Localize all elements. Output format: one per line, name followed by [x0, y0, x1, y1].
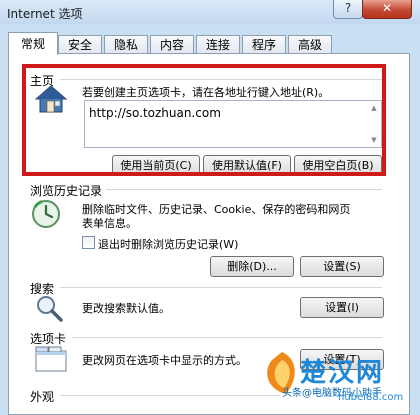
search-icon — [34, 293, 64, 323]
search-description: 更改搜索默认值。 — [82, 302, 170, 315]
tab-security[interactable]: 安全 — [58, 35, 102, 54]
highlight-box — [22, 64, 386, 176]
tab-connections[interactable]: 连接 — [196, 35, 240, 54]
history-description-2: 表单信息。 — [82, 217, 137, 230]
history-group-label: 浏览历史记录 — [30, 184, 103, 198]
history-icon — [30, 198, 62, 230]
history-settings-button[interactable]: 设置(S) — [300, 256, 384, 277]
help-button[interactable]: ? — [333, 0, 363, 19]
delete-history-button[interactable]: 删除(D)... — [210, 256, 294, 277]
delete-on-exit-checkbox[interactable] — [82, 236, 95, 249]
search-settings-button[interactable]: 设置(I) — [300, 297, 384, 318]
tabs-divider — [72, 337, 382, 338]
title-bar: Internet 选项 ? ✕ — [0, 0, 420, 24]
tab-general[interactable]: 常规 — [8, 32, 58, 55]
appearance-divider — [60, 395, 280, 396]
tab-content[interactable]: 内容 — [150, 35, 194, 54]
tabs-description: 更改网页在选项卡中显示的方式。 — [82, 354, 247, 367]
window-title: Internet 选项 — [7, 7, 83, 21]
appearance-group-label: 外观 — [30, 390, 55, 404]
tabs-icon — [34, 345, 68, 373]
history-divider — [106, 189, 382, 190]
tab-advanced[interactable]: 高级 — [288, 35, 332, 54]
close-button[interactable]: ✕ — [362, 0, 412, 19]
tab-privacy[interactable]: 隐私 — [104, 35, 148, 54]
search-divider — [60, 287, 382, 288]
watermark-site: hubei88.com — [338, 392, 404, 403]
tab-programs[interactable]: 程序 — [242, 35, 286, 54]
delete-on-exit-label: 退出时删除浏览历史记录(W) — [98, 238, 239, 251]
